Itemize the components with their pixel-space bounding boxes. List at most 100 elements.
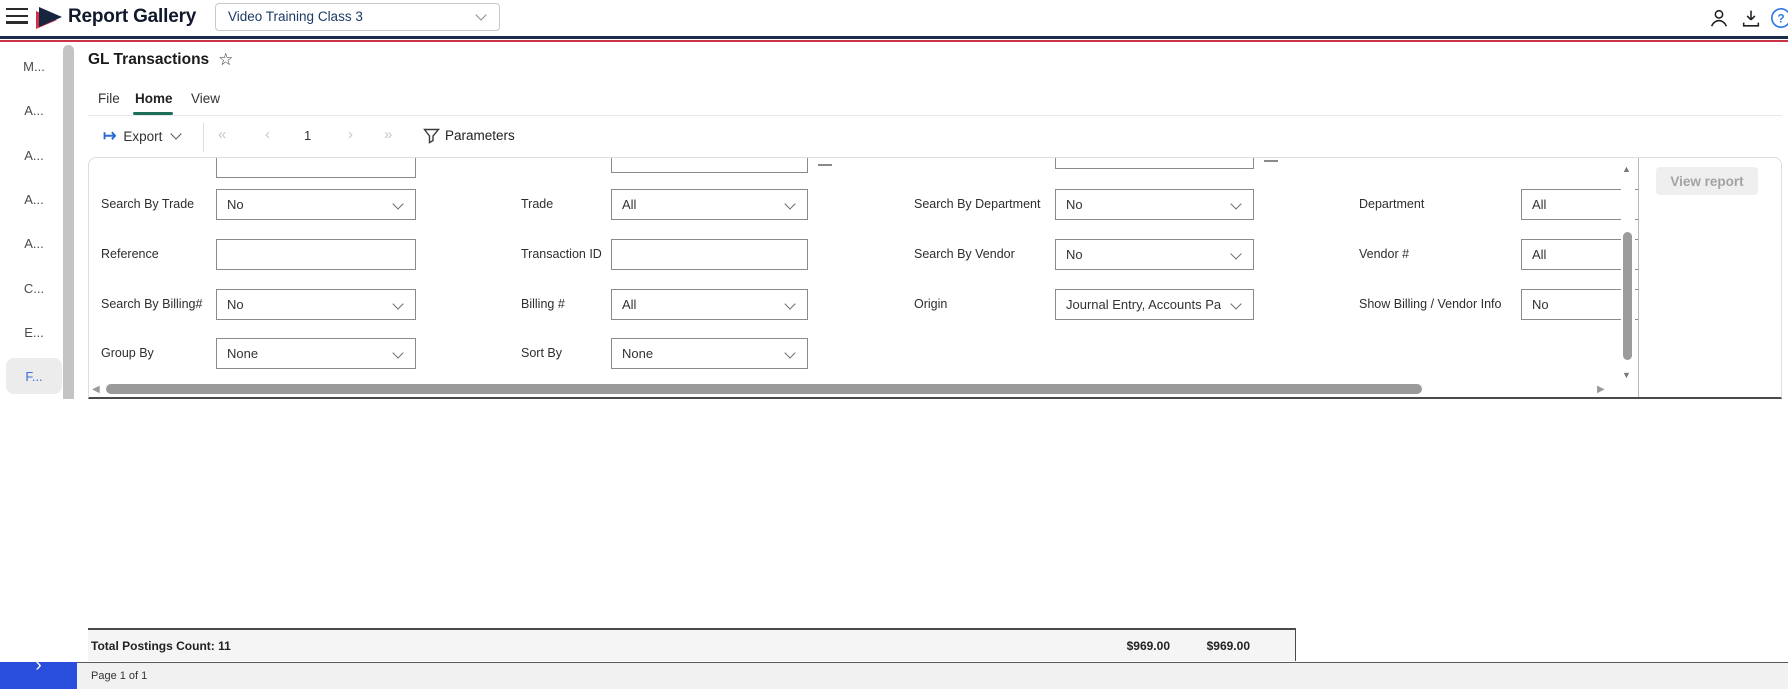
- header-navy-divider: [0, 36, 1788, 39]
- param-label-department: Department: [1359, 197, 1425, 211]
- sidebar-item-6[interactable]: E...: [6, 314, 62, 350]
- param-select-sort-by[interactable]: None: [611, 338, 808, 369]
- sidebar-item-3[interactable]: A...: [6, 181, 62, 217]
- scroll-left-arrow-icon[interactable]: ◀: [92, 384, 100, 395]
- parameters-funnel-icon[interactable]: [423, 128, 440, 144]
- tab-view[interactable]: View: [191, 91, 220, 106]
- user-icon[interactable]: [1708, 7, 1730, 29]
- chevron-down-icon: [1230, 198, 1242, 210]
- export-label: Export: [123, 128, 163, 144]
- scroll-right-arrow-icon[interactable]: ▶: [1597, 384, 1605, 395]
- params-vertical-scrollbar-thumb[interactable]: [1623, 232, 1632, 360]
- sidebar-item-label: A...: [24, 147, 44, 163]
- param-select-search-by-trade[interactable]: No: [216, 189, 416, 220]
- param-value: No: [227, 197, 244, 212]
- sidebar-item-label: C...: [23, 280, 45, 296]
- param-select-search-by-vendor[interactable]: No: [1055, 239, 1254, 270]
- export-button[interactable]: ↦ Export: [103, 126, 183, 146]
- chevron-down-icon: [784, 198, 796, 210]
- last-page-button[interactable]: »: [384, 126, 392, 143]
- parameters-panel: Search By Trade No Trade All Search By D…: [88, 157, 1782, 399]
- chevron-down-icon: [170, 128, 183, 140]
- param-label-billing-number: Billing #: [521, 297, 565, 311]
- params-horizontal-scrollbar-thumb[interactable]: [106, 384, 1422, 394]
- sidebar-item-label: M...: [23, 58, 45, 74]
- param-label-origin: Origin: [914, 297, 948, 311]
- page-title: GL Transactions ☆: [88, 50, 233, 70]
- sidebar-item-5[interactable]: C...: [6, 270, 62, 306]
- param-value: All: [1532, 197, 1547, 212]
- sidebar-item-label: A...: [24, 191, 44, 207]
- help-glyph: ?: [1777, 12, 1784, 26]
- page-indicator: Page 1 of 1: [91, 670, 148, 682]
- chevron-down-icon: [784, 298, 796, 310]
- param-value: No: [1066, 247, 1083, 262]
- chevron-down-icon: [475, 9, 487, 21]
- param-label-search-by-department: Search By Department: [914, 197, 1041, 211]
- param-label-trade: Trade: [521, 197, 554, 211]
- param-value: No: [227, 297, 244, 312]
- export-icon: ↦: [103, 128, 117, 145]
- app-logo-icon: [36, 6, 64, 30]
- param-select-origin[interactable]: Journal Entry, Accounts Pa: [1055, 289, 1254, 320]
- chevron-down-icon: [1230, 248, 1242, 260]
- chevron-down-icon: [784, 347, 796, 359]
- param-input-reference[interactable]: [216, 239, 416, 270]
- sidebar-item-2[interactable]: A...: [6, 137, 62, 173]
- favorite-star-icon[interactable]: ☆: [218, 50, 233, 70]
- param-value: All: [1532, 247, 1547, 262]
- parameter-dash: [1264, 160, 1278, 162]
- report-selector-dropdown[interactable]: Video Training Class 3: [215, 3, 500, 31]
- param-label-search-by-vendor: Search By Vendor: [914, 247, 1015, 261]
- view-report-pane: View report: [1639, 158, 1781, 397]
- param-value: All: [622, 197, 637, 212]
- param-select-search-by-billing[interactable]: No: [216, 289, 416, 320]
- toolbar-divider: [203, 123, 204, 152]
- app-title: Report Gallery: [68, 6, 197, 27]
- chevron-down-icon: [392, 198, 404, 210]
- top-header: Report Gallery Video Training Class 3 ?: [0, 0, 1788, 36]
- sidebar-item-7-selected[interactable]: F...: [6, 358, 62, 394]
- parameters-toggle[interactable]: Parameters: [445, 128, 515, 143]
- sidebar-item-label: A...: [24, 102, 44, 118]
- param-label-vendor-number: Vendor #: [1359, 247, 1410, 261]
- sidebar-item-0[interactable]: M...: [6, 48, 62, 84]
- report-table: m 100002636196 Accounts Receivable 30155…: [0, 399, 1788, 662]
- sidebar-item-4[interactable]: A...: [6, 225, 62, 261]
- tabbar-divider: [88, 115, 1782, 116]
- param-select-search-by-department[interactable]: No: [1055, 189, 1254, 220]
- download-icon[interactable]: [1740, 7, 1762, 29]
- param-value: No: [1066, 197, 1083, 212]
- chevron-down-icon: [392, 298, 404, 310]
- report-footer: Page 1 of 1: [77, 662, 1788, 689]
- param-label-search-by-billing: Search By Billing#: [101, 297, 203, 311]
- prev-page-button[interactable]: ‹: [265, 126, 270, 143]
- report-selector-value: Video Training Class 3: [228, 9, 363, 24]
- help-icon[interactable]: ?: [1770, 7, 1788, 29]
- app-window: Report Gallery Video Training Class 3 ? …: [0, 0, 1788, 689]
- parameter-input-clipped[interactable]: [1055, 158, 1254, 169]
- param-label-show-billing-vendor-info: Show Billing / Vendor Info: [1359, 297, 1502, 311]
- param-label-search-by-trade: Search By Trade: [101, 197, 195, 211]
- parameter-dash: [818, 164, 832, 166]
- scroll-up-arrow-icon[interactable]: ▲: [1622, 164, 1631, 174]
- total-postings-count: Total Postings Count: 11: [91, 639, 231, 653]
- hamburger-menu-icon[interactable]: [6, 8, 30, 28]
- report-toolbar: ↦ Export « ‹ 1 › » Parameters: [88, 118, 1782, 157]
- param-input-transaction-id[interactable]: [611, 239, 808, 270]
- param-select-trade[interactable]: All: [611, 189, 808, 220]
- page-number[interactable]: 1: [304, 128, 311, 143]
- param-select-billing-number[interactable]: All: [611, 289, 808, 320]
- parameter-input-clipped[interactable]: [216, 158, 416, 178]
- tab-file[interactable]: File: [98, 91, 120, 106]
- scroll-down-arrow-icon[interactable]: ▼: [1622, 370, 1631, 380]
- chevron-down-icon: [1230, 298, 1242, 310]
- parameter-input-clipped[interactable]: [611, 158, 808, 173]
- param-select-group-by[interactable]: None: [216, 338, 416, 369]
- sidebar-item-label: F...: [25, 368, 43, 384]
- first-page-button[interactable]: «: [218, 126, 226, 143]
- tab-home[interactable]: Home: [135, 91, 173, 106]
- sidebar-item-1[interactable]: A...: [6, 92, 62, 128]
- view-report-button[interactable]: View report: [1656, 167, 1758, 195]
- next-page-button[interactable]: ›: [348, 126, 353, 143]
